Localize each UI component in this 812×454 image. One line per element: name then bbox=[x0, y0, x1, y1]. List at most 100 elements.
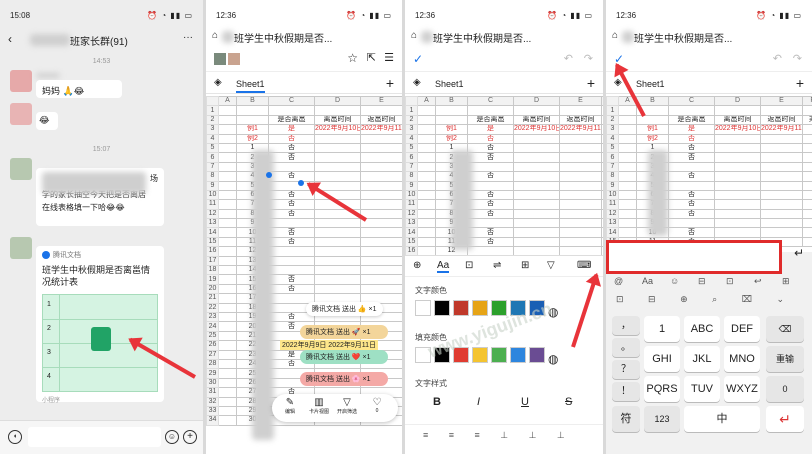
table-cell[interactable] bbox=[218, 387, 237, 398]
table-cell[interactable] bbox=[714, 189, 761, 201]
table-cell[interactable] bbox=[360, 227, 402, 238]
row-number[interactable]: 30 bbox=[206, 377, 219, 389]
keypad-key[interactable]: 1 bbox=[644, 316, 680, 342]
table-cell[interactable] bbox=[417, 124, 436, 135]
table-cell[interactable] bbox=[714, 227, 761, 238]
row-number[interactable]: 21 bbox=[206, 293, 219, 304]
table-cell[interactable]: 否 bbox=[668, 152, 715, 163]
table-cell[interactable] bbox=[513, 227, 560, 238]
row-number[interactable]: 26 bbox=[206, 340, 219, 351]
table-cell[interactable] bbox=[513, 236, 560, 248]
table-cell[interactable] bbox=[218, 321, 237, 332]
add-sheet-icon[interactable]: + bbox=[386, 75, 394, 91]
table-cell[interactable]: 是否离邕 bbox=[268, 114, 315, 126]
corner-cell[interactable] bbox=[606, 95, 619, 107]
table-cell[interactable] bbox=[360, 161, 402, 173]
table-cell[interactable]: 是 bbox=[467, 124, 514, 135]
fill-color-swatch[interactable] bbox=[510, 347, 526, 363]
row-number[interactable]: 11 bbox=[606, 199, 619, 210]
table-cell[interactable] bbox=[218, 236, 237, 248]
col-header[interactable]: A bbox=[218, 95, 237, 107]
table-cell[interactable] bbox=[218, 311, 237, 323]
table-cell[interactable] bbox=[513, 142, 560, 154]
table-cell[interactable]: 返邕时间 bbox=[760, 114, 803, 126]
table-cell[interactable]: 否 bbox=[268, 133, 315, 144]
table-cell[interactable] bbox=[218, 396, 237, 407]
table-cell[interactable] bbox=[218, 405, 237, 417]
row-number[interactable]: 13 bbox=[606, 218, 619, 229]
table-cell[interactable] bbox=[218, 415, 237, 426]
wrap-icon[interactable]: ⇌ bbox=[493, 260, 501, 271]
table-cell[interactable] bbox=[618, 133, 637, 144]
row-number[interactable]: 5 bbox=[206, 142, 219, 154]
table-cell[interactable] bbox=[802, 218, 812, 229]
row-number[interactable]: 24 bbox=[206, 321, 219, 332]
table-cell[interactable]: 离邕时间 bbox=[314, 114, 361, 126]
filter-icon[interactable]: ▽ bbox=[547, 260, 555, 271]
tab-sheet1[interactable]: Sheet1 bbox=[435, 79, 464, 89]
row-number[interactable]: 10 bbox=[405, 189, 418, 201]
table-cell[interactable] bbox=[601, 124, 603, 135]
table-cell[interactable] bbox=[360, 152, 402, 163]
table-cell[interactable] bbox=[218, 142, 237, 154]
table-cell[interactable] bbox=[601, 161, 603, 173]
table-cell[interactable] bbox=[668, 218, 715, 229]
table-cell[interactable] bbox=[802, 161, 812, 173]
font-color-swatch[interactable] bbox=[415, 300, 431, 316]
row-number[interactable]: 4 bbox=[606, 133, 619, 144]
table-cell[interactable]: 否 bbox=[668, 133, 715, 144]
table-cell[interactable] bbox=[559, 152, 602, 163]
row-number[interactable]: 2 bbox=[405, 114, 418, 126]
redo-icon[interactable]: ↷ bbox=[584, 52, 593, 65]
keypad-key[interactable]: ABC bbox=[684, 316, 720, 342]
row-number[interactable]: 9 bbox=[405, 180, 418, 191]
table-cell[interactable] bbox=[714, 133, 761, 144]
table-cell[interactable] bbox=[760, 180, 803, 191]
tab-sheet1[interactable]: Sheet1 bbox=[236, 79, 265, 93]
row-number[interactable]: 12 bbox=[606, 208, 619, 220]
table-cell[interactable] bbox=[268, 246, 315, 257]
table-cell[interactable] bbox=[268, 255, 315, 267]
table-cell[interactable] bbox=[314, 246, 361, 257]
table-cell[interactable] bbox=[268, 161, 315, 173]
home-icon[interactable]: ⌂ bbox=[612, 30, 618, 41]
table-cell[interactable] bbox=[218, 340, 237, 351]
row-number[interactable]: 12 bbox=[206, 208, 219, 220]
spreadsheet-grid[interactable]: ABCDEF 12 是否离邕离邕时间返邕时间乘 3 例1是2022年9月10日2022年… bbox=[405, 95, 603, 257]
voice-icon[interactable]: ◖ bbox=[8, 430, 22, 444]
row-number[interactable]: 6 bbox=[206, 152, 219, 163]
table-cell[interactable]: 2022年9月10日 bbox=[314, 124, 361, 135]
row-number[interactable]: 28 bbox=[206, 358, 219, 370]
table-cell[interactable] bbox=[360, 246, 402, 257]
table-cell[interactable] bbox=[467, 105, 514, 116]
table-cell[interactable] bbox=[268, 293, 315, 304]
insert-icon[interactable]: ⊕ bbox=[413, 260, 421, 271]
col-header[interactable]: F bbox=[601, 95, 603, 107]
text-format-icon[interactable]: Aa bbox=[437, 260, 450, 273]
table-cell[interactable] bbox=[218, 349, 237, 360]
table-cell[interactable]: 否 bbox=[668, 189, 715, 201]
table-cell[interactable] bbox=[714, 180, 761, 191]
table-cell[interactable]: 否 bbox=[268, 142, 315, 154]
more-icon[interactable]: ··· bbox=[183, 32, 193, 43]
table-cell[interactable] bbox=[760, 133, 803, 144]
table-cell[interactable] bbox=[417, 199, 436, 210]
freeze-icon[interactable]: ⊞ bbox=[521, 260, 529, 271]
table-cell[interactable] bbox=[559, 142, 602, 154]
row-number[interactable]: 14 bbox=[405, 227, 418, 238]
add-sheet-icon[interactable]: + bbox=[587, 75, 595, 91]
row-number[interactable]: 2 bbox=[606, 114, 619, 126]
table-cell[interactable]: 2022年9月11日 bbox=[760, 124, 803, 135]
table-cell[interactable] bbox=[314, 255, 361, 267]
row-number[interactable]: 14 bbox=[206, 227, 219, 238]
punct-key[interactable]: ！ bbox=[612, 382, 640, 401]
table-cell[interactable] bbox=[218, 152, 237, 163]
row-number[interactable]: 3 bbox=[206, 124, 219, 135]
table-cell[interactable] bbox=[435, 105, 468, 116]
table-cell[interactable] bbox=[513, 199, 560, 210]
number-key[interactable]: 123 bbox=[644, 406, 680, 432]
table-cell[interactable] bbox=[314, 274, 361, 285]
row-number[interactable]: 8 bbox=[606, 171, 619, 182]
table-cell[interactable] bbox=[218, 302, 237, 314]
card-view-button[interactable]: ▥ 卡片视图 bbox=[306, 397, 332, 415]
